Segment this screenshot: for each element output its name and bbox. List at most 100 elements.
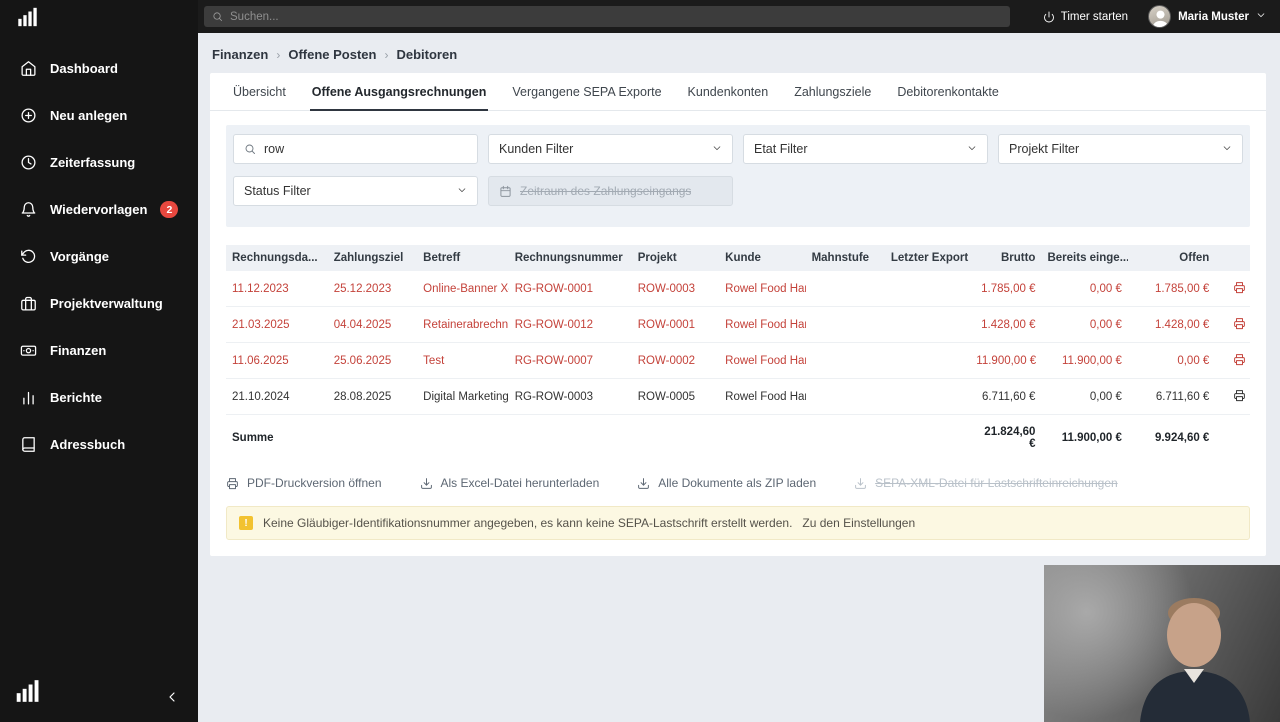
sidebar-item-projektverwaltung[interactable]: Projektverwaltung (0, 280, 198, 327)
invoices-table: Rechnungsda... Zahlungsziel Betreff Rech… (226, 245, 1250, 461)
tab-offene-ausgangsrechnungen[interactable]: Offene Ausgangsrechnungen (299, 73, 500, 111)
col-letzter-export[interactable]: Letzter Export (884, 245, 971, 271)
sidebar-item-label: Dashboard (50, 61, 118, 76)
search-icon (212, 11, 223, 22)
tab-kundenkonten[interactable]: Kundenkonten (675, 73, 782, 110)
logo-bars-icon (14, 677, 40, 705)
cell-brutto: 11.900,00 € (970, 342, 1042, 379)
open-pdf-print-button[interactable]: PDF-Druckversion öffnen (226, 476, 382, 490)
col-betreff[interactable]: Betreff (417, 245, 509, 271)
cell-project: ROW-0001 (631, 306, 720, 343)
global-search-input[interactable] (230, 10, 1002, 23)
action-label: SEPA-XML-Datei für Lastschrifteinreichun… (875, 476, 1118, 490)
logo-bars-icon (16, 6, 38, 28)
printer-icon (1233, 389, 1246, 402)
print-invoice-button[interactable] (1233, 281, 1246, 294)
warning-text: Keine Gläubiger-Identifikationsnummer an… (263, 516, 793, 530)
cell-due: 25.12.2023 (327, 271, 418, 307)
topbar-right: Timer starten Maria Muster (1043, 5, 1266, 28)
settings-link[interactable]: Zu den Einstellungen (802, 516, 915, 530)
cell-received: 0,00 € (1041, 378, 1128, 415)
cell-customer: Rowel Food Handel (719, 271, 806, 307)
table-row[interactable]: 11.06.2025 25.06.2025 Test RG-ROW-0007 R… (226, 342, 1250, 379)
download-zip-button[interactable]: Alle Dokumente als ZIP laden (637, 476, 816, 490)
cell-open: 1.785,00 € (1127, 271, 1216, 307)
download-icon (854, 477, 867, 490)
cell-project: ROW-0002 (631, 342, 720, 379)
cell-subject: Retainerabrechnung (417, 306, 509, 343)
download-icon (420, 477, 433, 490)
col-mahnstufe[interactable]: Mahnstufe (805, 245, 885, 271)
tab-debitorenkontakte[interactable]: Debitorenkontakte (884, 73, 1011, 110)
col-zahlungsziel[interactable]: Zahlungsziel (327, 245, 418, 271)
cell-mahnstufe (805, 378, 885, 415)
cell-received: 0,00 € (1041, 271, 1128, 307)
col-bereits-eingegangen[interactable]: Bereits einge... (1041, 245, 1128, 271)
chevron-down-icon (1256, 10, 1266, 23)
sidebar-item-wiedervorlagen[interactable]: Wiedervorlagen 2 (0, 186, 198, 233)
chevron-down-icon (457, 184, 467, 198)
cell-last-export (884, 342, 971, 379)
sidebar-item-label: Zeiterfassung (50, 155, 136, 170)
table-search-field[interactable] (233, 134, 478, 164)
warning-icon: ! (239, 516, 253, 530)
table-row[interactable]: 21.10.2024 28.08.2025 Digital Marketing … (226, 378, 1250, 415)
app-logo[interactable] (0, 0, 198, 33)
print-invoice-button[interactable] (1233, 353, 1246, 366)
breadcrumb-finanzen[interactable]: Finanzen (212, 47, 268, 62)
projekt-filter-select[interactable]: Projekt Filter (998, 134, 1243, 164)
tab-uebersicht[interactable]: Übersicht (220, 73, 299, 110)
printer-icon (1233, 353, 1246, 366)
cell-brutto: 1.785,00 € (970, 271, 1042, 307)
collapse-sidebar-button[interactable] (164, 689, 180, 710)
col-brutto[interactable]: Brutto (970, 245, 1042, 271)
sidebar-item-berichte[interactable]: Berichte (0, 374, 198, 421)
breadcrumb-offene-posten[interactable]: Offene Posten (288, 47, 376, 62)
col-offen[interactable]: Offen (1127, 245, 1216, 271)
cell-open: 6.711,60 € (1127, 378, 1216, 415)
sum-label: Summe (232, 432, 274, 444)
print-invoice-button[interactable] (1233, 389, 1246, 402)
sidebar-item-label: Finanzen (50, 343, 107, 358)
tab-zahlungsziele[interactable]: Zahlungsziele (781, 73, 884, 110)
tab-vergangene-sepa-exporte[interactable]: Vergangene SEPA Exporte (499, 73, 674, 110)
cell-open: 1.428,00 € (1127, 306, 1216, 343)
download-excel-button[interactable]: Als Excel-Datei herunterladen (420, 476, 599, 490)
table-row[interactable]: 11.12.2023 25.12.2023 Online-Banner X-S … (226, 271, 1250, 307)
sidebar-item-label: Projektverwaltung (50, 296, 163, 311)
user-menu[interactable]: Maria Muster (1148, 5, 1266, 28)
print-invoice-button[interactable] (1233, 317, 1246, 330)
kunden-filter-select[interactable]: Kunden Filter (488, 134, 733, 164)
cell-customer: Rowel Food Handel (719, 306, 806, 343)
action-label: PDF-Druckversion öffnen (247, 476, 382, 490)
sidebar-item-dashboard[interactable]: Dashboard (0, 45, 198, 92)
sidebar-item-zeiterfassung[interactable]: Zeiterfassung (0, 139, 198, 186)
table-header-row: Rechnungsda... Zahlungsziel Betreff Rech… (226, 245, 1250, 271)
cell-mahnstufe (805, 306, 885, 343)
sidebar-item-neu-anlegen[interactable]: Neu anlegen (0, 92, 198, 139)
printer-icon (226, 477, 239, 490)
sidebar-item-finanzen[interactable]: Finanzen (0, 327, 198, 374)
status-filter-select[interactable]: Status Filter (233, 176, 478, 206)
download-icon (637, 477, 650, 490)
col-rechnungsdatum[interactable]: Rechnungsda... (226, 245, 328, 271)
status-filter-label: Status Filter (244, 184, 311, 198)
sidebar-item-adressbuch[interactable]: Adressbuch (0, 421, 198, 468)
app-logo-small (14, 677, 40, 710)
tab-bar: Übersicht Offene Ausgangsrechnungen Verg… (210, 73, 1266, 111)
sepa-xml-export-button-disabled: SEPA-XML-Datei für Lastschrifteinreichun… (854, 476, 1118, 490)
sidebar-item-vorgaenge[interactable]: Vorgänge (0, 233, 198, 280)
sum-open: 9.924,60 € (1154, 432, 1210, 444)
table-row[interactable]: 21.03.2025 04.04.2025 Retainerabrechnung… (226, 306, 1250, 343)
table-search-input[interactable] (264, 142, 467, 156)
col-print (1215, 245, 1250, 271)
cell-last-export (884, 378, 971, 415)
sepa-warning-banner: ! Keine Gläubiger-Identifikationsnummer … (226, 506, 1250, 540)
start-timer-button[interactable]: Timer starten (1043, 11, 1128, 23)
col-rechnungsnummer[interactable]: Rechnungsnummer (508, 245, 632, 271)
cell-number: RG-ROW-0001 (508, 271, 632, 307)
col-kunde[interactable]: Kunde (719, 245, 806, 271)
col-projekt[interactable]: Projekt (631, 245, 720, 271)
global-search[interactable] (204, 6, 1010, 27)
etat-filter-select[interactable]: Etat Filter (743, 134, 988, 164)
